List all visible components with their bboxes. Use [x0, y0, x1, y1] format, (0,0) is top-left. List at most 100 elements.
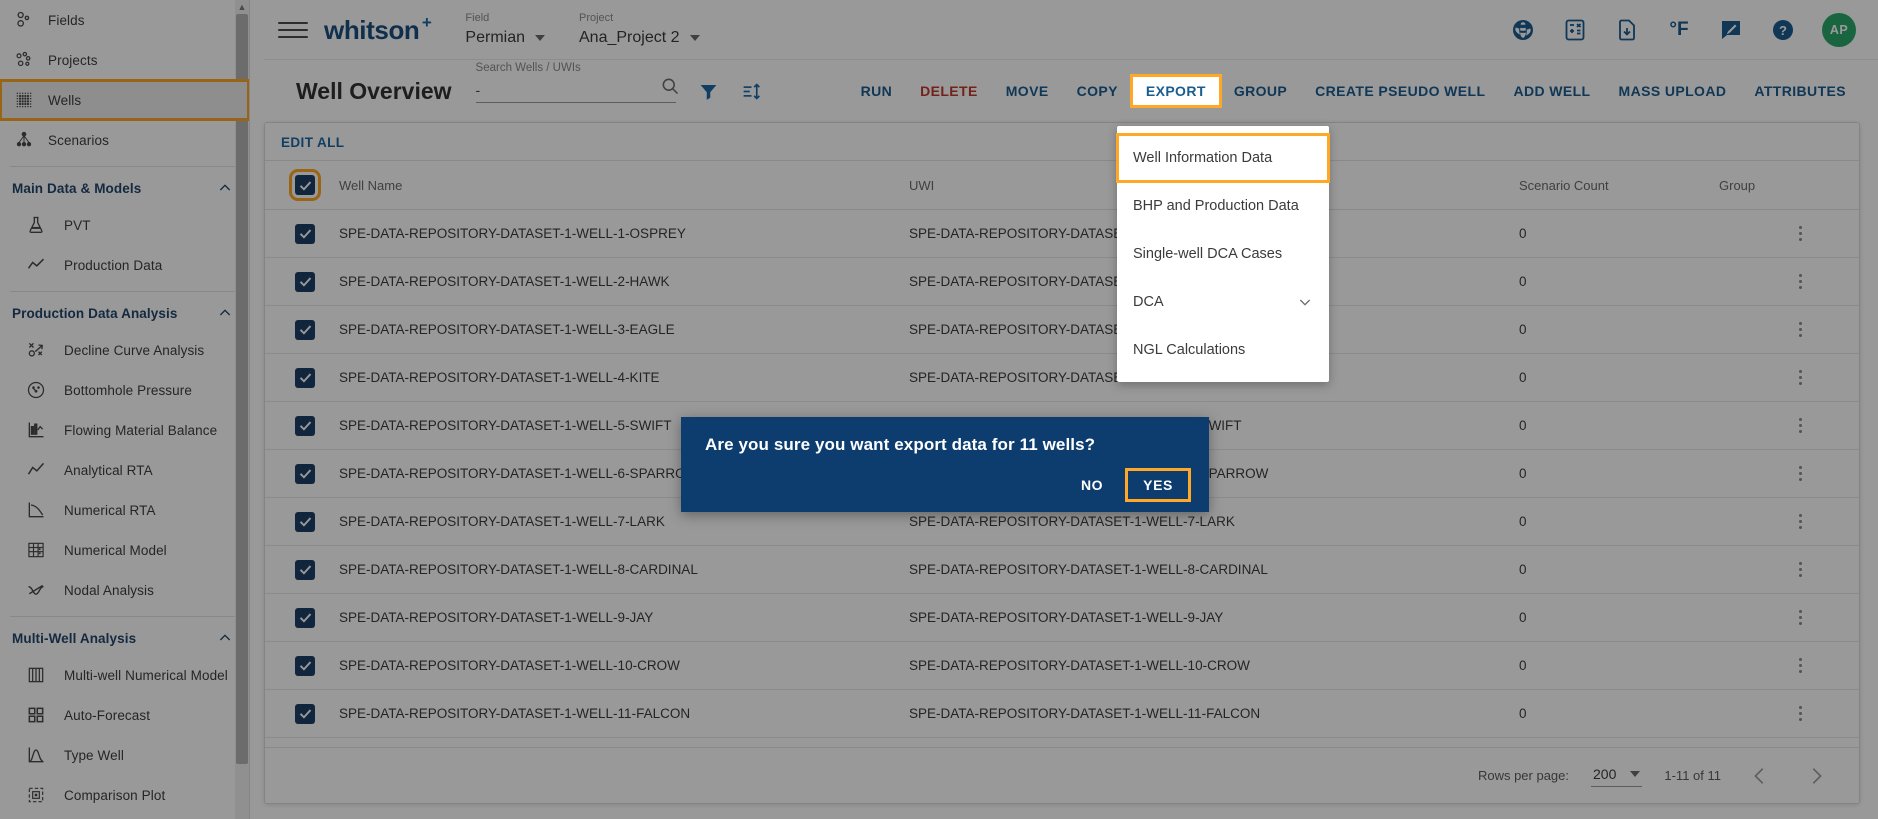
- action-group-button[interactable]: GROUP: [1220, 76, 1301, 106]
- column-header-well-name[interactable]: Well Name: [339, 160, 909, 210]
- row-checkbox[interactable]: [295, 367, 315, 388]
- sidebar-item-nodal-analysis[interactable]: Nodal Analysis: [0, 570, 249, 610]
- sidebar-item-analytical-rta[interactable]: Analytical RTA: [0, 450, 249, 490]
- table-row[interactable]: SPE-DATA-REPOSITORY-DATASET-1-WELL-10-CR…: [265, 641, 1859, 690]
- chevron-up-icon[interactable]: [217, 180, 233, 196]
- sort-icon[interactable]: [741, 81, 762, 102]
- row-menu-icon[interactable]: [1789, 703, 1811, 725]
- row-menu-icon[interactable]: [1789, 319, 1811, 341]
- globe-icon[interactable]: [1510, 17, 1536, 43]
- action-run-button[interactable]: RUN: [847, 76, 907, 106]
- sidebar-item-decline-curve-analysis[interactable]: Decline Curve Analysis: [0, 330, 249, 370]
- help-icon[interactable]: ?: [1770, 17, 1796, 43]
- previous-page-button[interactable]: [1743, 765, 1777, 787]
- temperature-unit-icon[interactable]: °F: [1666, 17, 1692, 43]
- sidebar-item-fields[interactable]: Fields: [0, 0, 249, 40]
- export-menu-item-well-information-data[interactable]: Well Information Data: [1116, 133, 1330, 183]
- sidebar-item-production-data[interactable]: Production Data: [0, 245, 249, 285]
- table-row[interactable]: SPE-DATA-REPOSITORY-DATASET-1-WELL-1-OSP…: [265, 209, 1859, 258]
- rows-per-page-select[interactable]: 200: [1591, 764, 1643, 787]
- sidebar-group-multi-well-analysis[interactable]: Multi-Well Analysis: [0, 621, 249, 655]
- row-menu-icon[interactable]: [1789, 415, 1811, 437]
- sidebar-item-multi-well-numerical-model[interactable]: Multi-well Numerical Model: [0, 655, 249, 695]
- export-menu-item-single-well-dca-cases[interactable]: Single-well DCA Cases: [1117, 230, 1329, 278]
- sidebar-item-pvt[interactable]: PVT: [0, 205, 249, 245]
- dialog-no-button[interactable]: NO: [1065, 470, 1119, 500]
- sidebar-scrollbar-thumb[interactable]: [236, 14, 248, 764]
- table-row[interactable]: SPE-DATA-REPOSITORY-DATASET-1-WELL-3-EAG…: [265, 305, 1859, 354]
- row-checkbox[interactable]: [295, 415, 315, 436]
- project-selector[interactable]: Project Ana_Project 2: [579, 12, 700, 47]
- chevron-down-icon[interactable]: [535, 34, 545, 41]
- action-mass-upload-button[interactable]: MASS UPLOAD: [1605, 76, 1741, 106]
- table-row[interactable]: SPE-DATA-REPOSITORY-DATASET-1-WELL-8-CAR…: [265, 545, 1859, 594]
- row-checkbox[interactable]: [295, 319, 315, 340]
- action-create-pseudo-well-button[interactable]: CREATE PSEUDO WELL: [1301, 76, 1499, 106]
- row-checkbox[interactable]: [295, 511, 315, 532]
- sidebar-item-wells[interactable]: Wells: [0, 79, 249, 121]
- sidebar-group-main-data-models[interactable]: Main Data & Models: [0, 171, 249, 205]
- filter-icon[interactable]: [698, 81, 719, 102]
- sidebar-scrollbar[interactable]: ▲: [235, 0, 249, 819]
- action-delete-button[interactable]: DELETE: [906, 76, 992, 106]
- chevron-up-icon[interactable]: [217, 630, 233, 646]
- action-export-button[interactable]: EXPORT: [1129, 74, 1222, 108]
- search-icon[interactable]: [660, 76, 680, 101]
- column-header-scenario-count[interactable]: Scenario Count: [1519, 160, 1719, 210]
- row-menu-icon[interactable]: [1789, 655, 1811, 677]
- chevron-up-icon[interactable]: [217, 305, 233, 321]
- table-row[interactable]: SPE-DATA-REPOSITORY-DATASET-1-WELL-2-HAW…: [265, 257, 1859, 306]
- row-menu-icon[interactable]: [1789, 463, 1811, 485]
- chevron-down-icon[interactable]: [1630, 771, 1641, 777]
- sidebar-item-auto-forecast[interactable]: Auto-Forecast: [0, 695, 249, 735]
- field-selector[interactable]: Field Permian: [465, 12, 545, 47]
- row-checkbox[interactable]: [295, 703, 315, 724]
- action-move-button[interactable]: MOVE: [992, 76, 1063, 106]
- sidebar-group-production-data-analysis[interactable]: Production Data Analysis: [0, 296, 249, 330]
- row-checkbox[interactable]: [295, 559, 315, 580]
- sidebar-item-bottomhole-pressure[interactable]: Bottomhole Pressure: [0, 370, 249, 410]
- action-attributes-button[interactable]: ATTRIBUTES: [1740, 76, 1860, 106]
- sidebar-item-numerical-rta[interactable]: Numerical RTA: [0, 490, 249, 530]
- action-add-well-button[interactable]: ADD WELL: [1499, 76, 1604, 106]
- row-menu-icon[interactable]: [1789, 223, 1811, 245]
- edit-all-button[interactable]: EDIT ALL: [265, 123, 344, 160]
- row-checkbox[interactable]: [295, 463, 315, 484]
- sidebar-item-flowing-material-balance[interactable]: Flowing Material Balance: [0, 410, 249, 450]
- feedback-icon[interactable]: [1718, 17, 1744, 43]
- sidebar-item-comparison-plot[interactable]: Comparison Plot: [0, 775, 249, 815]
- table-row[interactable]: SPE-DATA-REPOSITORY-DATASET-1-WELL-4-KIT…: [265, 353, 1859, 402]
- dialog-yes-button[interactable]: YES: [1125, 468, 1191, 502]
- chevron-down-icon[interactable]: [1297, 294, 1313, 310]
- search-wells-field[interactable]: Search Wells / UWIs: [475, 62, 678, 103]
- table-row[interactable]: SPE-DATA-REPOSITORY-DATASET-1-WELL-9-JAY…: [265, 593, 1859, 642]
- row-checkbox[interactable]: [295, 271, 315, 292]
- select-all-checkbox[interactable]: [289, 169, 321, 201]
- sidebar-item-type-well[interactable]: Type Well: [0, 735, 249, 775]
- search-input[interactable]: [475, 79, 676, 103]
- row-menu-icon[interactable]: [1789, 271, 1811, 293]
- sidebar-item-projects[interactable]: Projects: [0, 40, 249, 80]
- row-menu-icon[interactable]: [1789, 559, 1811, 581]
- export-menu-item-dca[interactable]: DCA: [1117, 278, 1329, 326]
- row-checkbox[interactable]: [295, 607, 315, 628]
- row-checkbox[interactable]: [295, 655, 315, 676]
- file-download-icon[interactable]: [1614, 17, 1640, 43]
- row-menu-icon[interactable]: [1789, 607, 1811, 629]
- sidebar-item-numerical-model[interactable]: Numerical Model: [0, 530, 249, 570]
- row-menu-icon[interactable]: [1789, 367, 1811, 389]
- row-menu-icon[interactable]: [1789, 511, 1811, 533]
- row-checkbox[interactable]: [295, 223, 315, 244]
- column-header-group[interactable]: Group: [1719, 160, 1859, 210]
- sidebar-item-scenarios[interactable]: Scenarios: [0, 120, 249, 160]
- export-menu-item-ngl-calculations[interactable]: NGL Calculations: [1117, 326, 1329, 374]
- menu-toggle-icon[interactable]: [278, 15, 308, 45]
- next-page-button[interactable]: [1799, 765, 1833, 787]
- scroll-up-arrow-icon[interactable]: ▲: [236, 1, 248, 13]
- export-menu-item-bhp-and-production-data[interactable]: BHP and Production Data: [1117, 182, 1329, 230]
- action-copy-button[interactable]: COPY: [1063, 76, 1132, 106]
- chevron-down-icon[interactable]: [689, 34, 700, 41]
- table-row[interactable]: SPE-DATA-REPOSITORY-DATASET-1-WELL-11-FA…: [265, 689, 1859, 738]
- calculator-icon[interactable]: [1562, 17, 1588, 43]
- avatar[interactable]: AP: [1822, 12, 1856, 47]
